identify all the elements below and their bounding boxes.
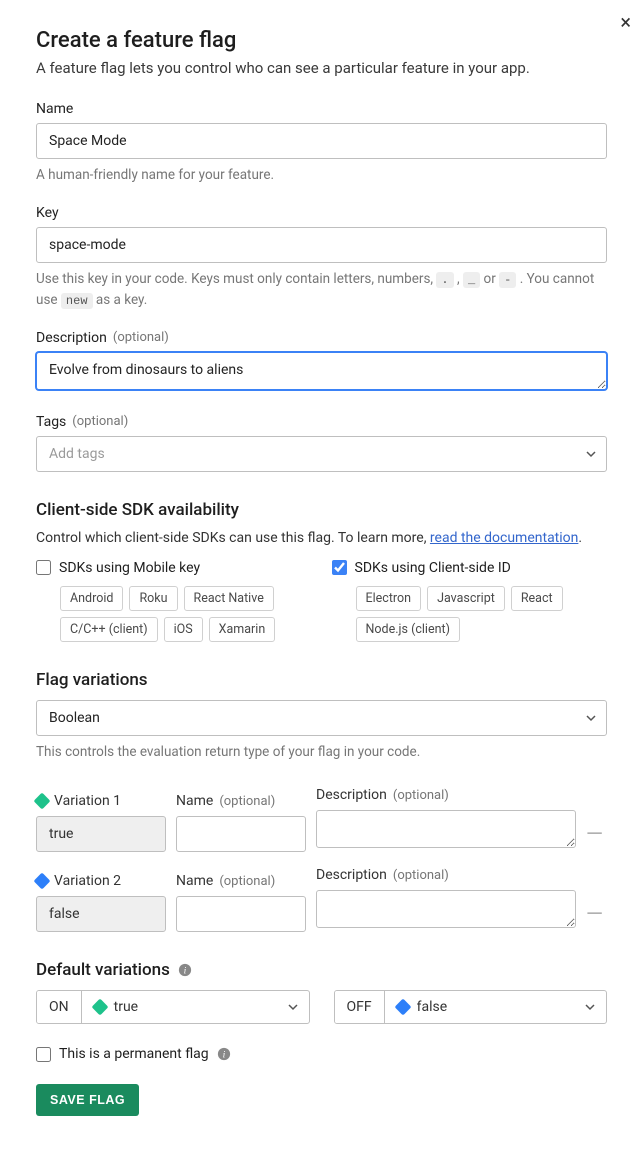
sdk-heading: Client-side SDK availability <box>36 500 607 520</box>
sdk-mobile-label: SDKs using Mobile key <box>59 560 200 576</box>
diamond-icon <box>34 793 51 810</box>
sdk-tag: Xamarin <box>209 617 276 642</box>
description-label: Description <box>36 330 107 346</box>
modal-subtitle: A feature flag lets you control who can … <box>36 59 607 77</box>
sdk-mobile-checkbox[interactable] <box>36 560 51 575</box>
key-hint: Use this key in your code. Keys must onl… <box>36 269 607 310</box>
name-input[interactable] <box>36 123 607 159</box>
modal-title: Create a feature flag <box>36 28 607 53</box>
variation-name-label: Name <box>176 793 213 809</box>
diamond-icon <box>34 873 51 890</box>
variation-name-input[interactable] <box>176 896 306 932</box>
sdk-tag: Node.js (client) <box>356 617 460 642</box>
permanent-flag-checkbox[interactable] <box>36 1047 51 1062</box>
diamond-icon <box>394 999 411 1016</box>
variation-title: Variation 2 <box>54 873 121 889</box>
variation-title: Variation 1 <box>54 793 121 809</box>
sdk-tag: Roku <box>129 586 177 611</box>
defaults-heading: Default variations <box>36 960 170 980</box>
sdk-desc: Control which client-side SDKs can use t… <box>36 530 607 546</box>
sdk-tag: C/C++ (client) <box>60 617 158 642</box>
remove-variation-icon[interactable]: — <box>586 824 607 852</box>
name-hint: A human-friendly name for your feature. <box>36 165 607 185</box>
sdk-doc-link[interactable]: read the documentation <box>430 530 578 546</box>
sdk-tag: React <box>511 586 563 611</box>
tags-optional: (optional) <box>72 414 128 429</box>
tags-select[interactable]: Add tags <box>36 436 607 472</box>
variation-value-input <box>36 816 166 852</box>
default-off-label: OFF <box>335 991 385 1023</box>
optional-label: (optional) <box>393 868 449 883</box>
variation-value-input <box>36 896 166 932</box>
optional-label: (optional) <box>393 788 449 803</box>
sdk-tag: Electron <box>356 586 422 611</box>
variation-desc-label: Description <box>316 787 387 803</box>
flag-variations-heading: Flag variations <box>36 670 607 690</box>
diamond-icon <box>91 999 108 1016</box>
description-input[interactable]: Evolve from dinosaurs to aliens <box>36 352 607 390</box>
info-icon[interactable]: i <box>178 963 192 977</box>
close-icon[interactable]: × <box>620 12 631 32</box>
variation-name-label: Name <box>176 873 213 889</box>
sdk-tag: Android <box>60 586 123 611</box>
remove-variation-icon[interactable]: — <box>586 904 607 932</box>
svg-text:i: i <box>222 1050 225 1061</box>
default-on-select[interactable]: ON true <box>36 990 310 1024</box>
save-flag-button[interactable]: SAVE FLAG <box>36 1084 139 1116</box>
sdk-client-label: SDKs using Client-side ID <box>355 560 511 576</box>
variation-desc-input[interactable] <box>316 890 576 928</box>
tags-label: Tags <box>36 414 66 430</box>
sdk-tag: Javascript <box>427 586 505 611</box>
description-optional: (optional) <box>113 330 169 345</box>
variation-desc-label: Description <box>316 867 387 883</box>
default-off-select[interactable]: OFF false <box>334 990 608 1024</box>
variation-name-input[interactable] <box>176 816 306 852</box>
sdk-tag: React Native <box>184 586 274 611</box>
sdk-tag: iOS <box>164 617 203 642</box>
permanent-flag-label: This is a permanent flag <box>59 1046 209 1062</box>
svg-text:i: i <box>184 966 187 977</box>
sdk-client-checkbox[interactable] <box>332 560 347 575</box>
optional-label: (optional) <box>219 874 275 889</box>
key-label: Key <box>36 205 607 221</box>
name-label: Name <box>36 101 607 117</box>
default-on-label: ON <box>37 991 82 1023</box>
info-icon[interactable]: i <box>217 1047 231 1061</box>
flag-type-select[interactable]: Boolean <box>36 700 607 736</box>
flag-type-hint: This controls the evaluation return type… <box>36 742 607 762</box>
optional-label: (optional) <box>219 794 275 809</box>
variation-desc-input[interactable] <box>316 810 576 848</box>
key-input[interactable] <box>36 227 607 263</box>
